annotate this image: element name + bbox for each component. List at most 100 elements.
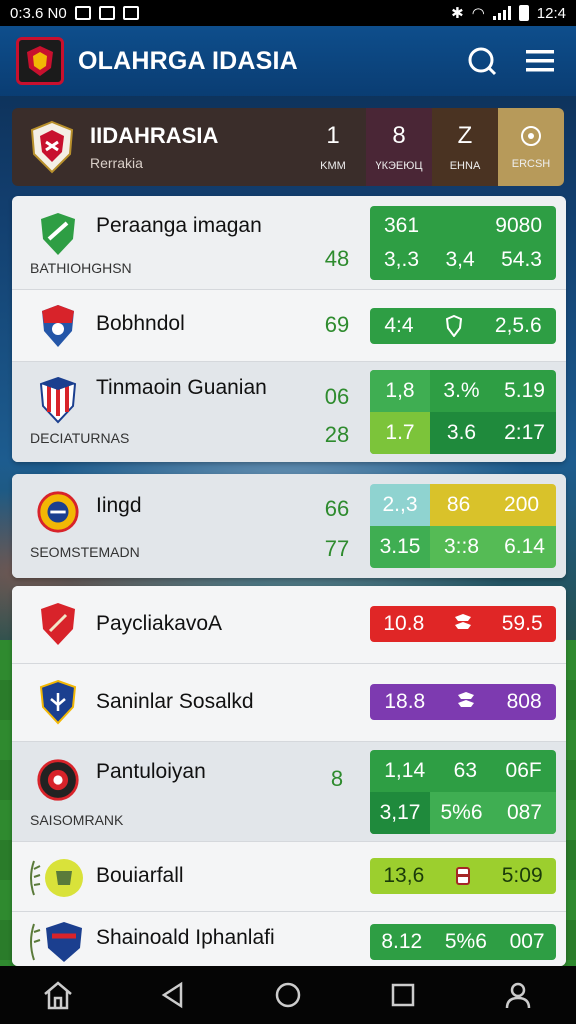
laurel-shield-icon	[30, 922, 82, 962]
odds-value: 6.14	[504, 535, 545, 558]
match-row[interactable]: Shainoald Iphanlafi 8.12 5%6 007	[12, 912, 566, 966]
stacked-shirt-icon	[451, 612, 475, 636]
match-row[interactable]: Bobhndol 69 4:4 2,5.6	[12, 290, 566, 362]
search-button[interactable]	[462, 41, 502, 81]
odds-panel[interactable]: 18.8 808	[370, 684, 556, 720]
match-row[interactable]: Bouiarfall 13,6 5:09	[12, 842, 566, 912]
recents-button[interactable]	[379, 971, 427, 1019]
odds-panel[interactable]: 4:4 2,5.6	[370, 308, 556, 344]
odds-cell[interactable]: 5%6	[430, 792, 493, 834]
league-stat-4[interactable]: ERCSH	[498, 108, 564, 186]
stat-value: Z	[457, 122, 473, 149]
odds-cell[interactable]: 1,8	[370, 370, 430, 412]
score-value: 77	[324, 536, 350, 561]
odds-value: 361	[384, 214, 420, 237]
odds-panel[interactable]: 1,8 3.% 5.19 1.7 3.6 2:17	[370, 370, 556, 454]
back-button[interactable]	[149, 971, 197, 1019]
odds-value: 54.3	[501, 248, 542, 271]
team-crest	[36, 302, 80, 350]
home-icon	[43, 981, 72, 1010]
team-name: Saninlar Sosalkd	[96, 690, 254, 713]
odds-panel[interactable]: 10.8 59.5	[370, 606, 556, 642]
odds-value: 3::8	[443, 535, 480, 558]
round-crest-icon	[37, 491, 79, 533]
bluetooth-icon: ✱	[451, 5, 464, 22]
app-header: OLAHRGA IDASIA	[0, 26, 576, 96]
odds-value: 4:4	[384, 314, 414, 337]
odds-cell[interactable]: 1.7	[370, 412, 430, 454]
odds-value: 5%6	[440, 801, 483, 824]
team-crest	[36, 376, 80, 424]
team-name: Bouiarfall	[96, 864, 184, 887]
odds-cell[interactable]: 3.15	[370, 526, 430, 568]
odds-cell[interactable]: 3::8	[430, 526, 493, 568]
profile-button[interactable]	[494, 971, 542, 1019]
circle-icon	[275, 982, 301, 1008]
odds-value: 1,8	[385, 379, 415, 402]
odds-panel[interactable]: 2.,3 86 200 3.15 3::8 6.14	[370, 484, 556, 568]
odds-cell[interactable]: 6.14	[493, 526, 556, 568]
odds-value: 9080	[495, 214, 542, 237]
hamburger-menu-icon	[526, 50, 554, 72]
stat-label: EHNA	[449, 160, 481, 172]
square-icon	[391, 983, 415, 1007]
stat-label: ҮКЭЕЮЦ	[375, 160, 423, 172]
match-card-1: Peraanga imagan BATHIOHGHSN 48 361 9080 …	[12, 196, 566, 462]
league-stat-1[interactable]: 1 KMM	[300, 108, 366, 186]
odds-value: 087	[506, 801, 543, 824]
team-crest	[36, 600, 80, 648]
match-row[interactable]: Peraanga imagan BATHIOHGHSN 48 361 9080 …	[12, 196, 566, 290]
odds-value: 3.15	[379, 535, 421, 558]
match-row[interactable]: Pantuloiyan SAISOMRANK 8 1,14 63 06F 3,1…	[12, 742, 566, 842]
team-name: Shainoald Iphanlafi	[96, 926, 275, 949]
odds-panel[interactable]: 361 9080 3,.3 3,4 54.3	[370, 206, 556, 280]
odds-cell[interactable]: 3,17	[370, 792, 430, 834]
odds-cell[interactable]: 3.6	[430, 412, 493, 454]
odds-cell[interactable]: 3.%	[430, 370, 493, 412]
odds-cell[interactable]: 2.,3	[370, 484, 430, 526]
league-summary[interactable]: IIDAHRASIA Rerrakia 1 KMM 8 ҮКЭЕЮЦ Z EHN…	[12, 108, 564, 186]
match-row[interactable]: Saninlar Sosalkd 18.8 808	[12, 664, 566, 742]
home-circle-button[interactable]	[264, 971, 312, 1019]
odds-value: 06F	[505, 759, 542, 782]
odds-cell[interactable]: 86 200	[430, 484, 556, 526]
score-value: 28	[324, 422, 350, 447]
team-subtitle: BATHIOHGHSN	[30, 260, 132, 276]
status-bar: 0:3.6 N0 ✱ ◠ 12:4	[0, 0, 576, 26]
odds-value: 63	[453, 759, 477, 782]
match-row[interactable]: Tinmaoin Guanian DECIATURNAS 06 28 1,8 3…	[12, 362, 566, 462]
team-name: Peraanga imagan	[96, 214, 262, 237]
bag-icon	[122, 6, 139, 20]
odds-value: 5:09	[501, 864, 543, 887]
odds-cell[interactable]: 2:17	[493, 412, 556, 454]
odds-value: 86	[446, 493, 471, 516]
odds-panel[interactable]: 13,6 5:09	[370, 858, 556, 894]
odds-value: 2,5.6	[494, 314, 542, 337]
bottom-navigation	[0, 966, 576, 1024]
league-stat-2[interactable]: 8 ҮКЭЕЮЦ	[366, 108, 432, 186]
odds-cell[interactable]: 5.19	[493, 370, 556, 412]
odds-value: 200	[504, 493, 540, 516]
team-crest	[36, 488, 80, 536]
team-name: Tinmaoin Guanian	[96, 376, 267, 399]
home-button[interactable]	[34, 971, 82, 1019]
status-time-left: 0:3.6 N0	[10, 4, 67, 22]
odds-value: 10.8	[383, 612, 425, 635]
notification-icon	[74, 6, 91, 20]
league-crest-icon	[30, 120, 74, 174]
laurel-crest-icon	[30, 859, 83, 897]
app-notification-icon	[98, 6, 115, 20]
league-stat-3[interactable]: Z EHNA	[432, 108, 498, 186]
app-logo[interactable]	[16, 37, 64, 85]
odds-panel[interactable]: 8.12 5%6 007	[370, 924, 556, 960]
score-value: 69	[324, 312, 350, 337]
odds-cell[interactable]: 087	[493, 792, 556, 834]
odds-panel[interactable]: 1,14 63 06F 3,17 5%6 087	[370, 750, 556, 834]
jersey-icon	[451, 864, 475, 888]
match-card-3: PaycliakavoA 10.8 59.5 Saninlar Sosalkd …	[12, 586, 566, 966]
match-row[interactable]: Iingd SEOMSTEMADN 66 77 2.,3 86 200 3.15…	[12, 474, 566, 578]
team-subtitle: SAISOMRANK	[30, 812, 124, 828]
menu-button[interactable]	[520, 41, 560, 81]
match-row[interactable]: PaycliakavoA 10.8 59.5	[12, 586, 566, 664]
team-crest	[36, 678, 80, 726]
